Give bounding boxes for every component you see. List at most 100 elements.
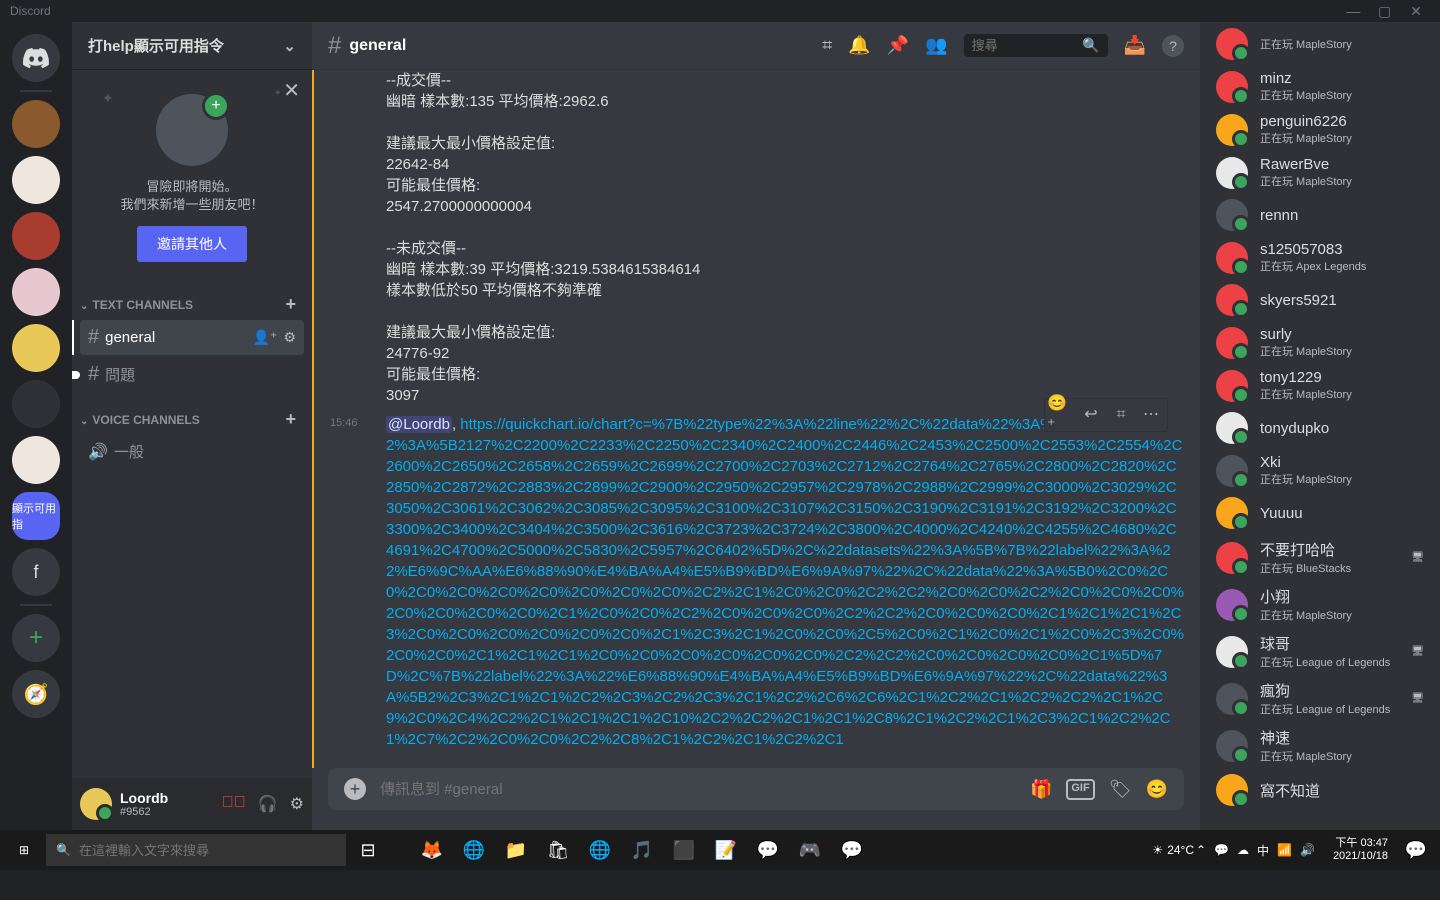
member-avatar [1216, 455, 1248, 487]
add-reaction-icon[interactable]: 😊⁺ [1047, 401, 1075, 429]
weather-widget[interactable]: ☀ 24°C [1152, 843, 1194, 857]
member-item[interactable]: s125057083正在玩 Apex Legends [1208, 237, 1432, 278]
server-header[interactable]: 打help顯示可用指令 ⌄ [72, 22, 312, 70]
channel-general[interactable]: # general 👤⁺ ⚙ [80, 320, 304, 355]
guild-item[interactable]: f [12, 548, 60, 596]
window-close[interactable]: ✕ [1402, 3, 1430, 20]
gift-icon[interactable]: 🎁 [1030, 779, 1052, 800]
taskbar-app-icon[interactable]: 🌐 [454, 830, 494, 870]
member-status: 正在玩 MapleStory [1260, 607, 1352, 623]
attach-button[interactable]: + [344, 778, 366, 800]
taskbar-clock[interactable]: 下午 03:47 2021/10/18 [1327, 837, 1394, 863]
guild-item[interactable] [12, 380, 60, 428]
guild-item[interactable] [12, 212, 60, 260]
guild-item-active[interactable]: 顯示可用指 [12, 492, 60, 540]
task-view-icon[interactable]: ⊟ [348, 830, 388, 870]
threads-icon[interactable]: ⌗ [822, 35, 832, 56]
notifications-icon[interactable]: 🔔 [848, 35, 870, 56]
voice-channels-header[interactable]: ⌄VOICE CHANNELS + [72, 393, 312, 434]
member-item[interactable]: Yuuuu [1208, 493, 1432, 533]
invite-icon[interactable]: 👤⁺ [253, 329, 278, 346]
close-icon[interactable]: ✕ [283, 78, 300, 103]
taskbar-app-icon[interactable]: 💬 [748, 830, 788, 870]
taskbar-search-input[interactable] [79, 843, 336, 858]
headphones-icon[interactable]: 🎧 [258, 794, 278, 814]
thread-icon[interactable]: ⌗ [1107, 401, 1135, 429]
window-maximize[interactable]: ▢ [1371, 3, 1399, 20]
chat-input[interactable]: + 🎁 GIF 🏷 😊 [328, 768, 1184, 810]
member-item[interactable]: 球哥正在玩 League of Legends🖥 [1208, 629, 1432, 674]
member-item[interactable]: RawerBve正在玩 MapleStory [1208, 152, 1432, 193]
guild-item[interactable] [12, 324, 60, 372]
temperature: 24°C [1167, 843, 1194, 857]
invite-button[interactable]: 邀請其他人 [137, 226, 247, 262]
start-button[interactable]: ⊞ [4, 830, 44, 870]
text-channels-header[interactable]: ⌄TEXT CHANNELS + [72, 278, 312, 319]
volume-icon[interactable]: 🔊 [1300, 843, 1315, 857]
member-item[interactable]: 窩不知道 [1208, 770, 1432, 810]
user-avatar[interactable] [80, 788, 112, 820]
explore-button[interactable]: 🧭 [12, 670, 60, 718]
gif-icon[interactable]: GIF [1066, 779, 1094, 800]
tray-icon[interactable]: 💬 [1214, 843, 1229, 857]
member-name: surly [1260, 326, 1352, 343]
member-item[interactable]: minz正在玩 MapleStory [1208, 66, 1432, 107]
add-server-button[interactable]: + [12, 614, 60, 662]
guild-item[interactable] [12, 156, 60, 204]
member-item[interactable]: 不要打哈哈正在玩 BlueStacks🖥 [1208, 535, 1432, 580]
help-icon[interactable]: ? [1162, 35, 1184, 57]
channel-problem[interactable]: # 問題 [80, 357, 304, 392]
member-item[interactable]: 神速正在玩 MapleStory [1208, 723, 1432, 768]
home-button[interactable] [12, 34, 60, 82]
add-channel-button[interactable]: + [285, 294, 296, 315]
member-item[interactable]: tony1229正在玩 MapleStory [1208, 365, 1432, 406]
notifications-icon[interactable]: 💬 [1396, 830, 1436, 870]
message-link[interactable]: https://quickchart.io/chart?c=%7B%22type… [386, 416, 1184, 748]
mute-mic-icon[interactable]: 🎤⃠ [222, 794, 246, 814]
taskbar-app-icon[interactable]: 🛍 [538, 830, 578, 870]
taskbar-search[interactable]: 🔍 [46, 834, 346, 866]
taskbar-app-icon[interactable]: 🦊 [412, 830, 452, 870]
guild-item[interactable] [12, 436, 60, 484]
message-input[interactable] [380, 781, 1016, 798]
member-item[interactable]: penguin6226正在玩 MapleStory [1208, 109, 1432, 150]
member-item[interactable]: Xki正在玩 MapleStory [1208, 450, 1432, 491]
taskbar-app-icon[interactable]: 🎵 [622, 830, 662, 870]
tray-chevron-icon[interactable]: ⌃ [1196, 843, 1206, 857]
voice-channel-general[interactable]: 🔊 一般 [80, 435, 304, 468]
member-item[interactable]: 正在玩 MapleStory [1208, 24, 1432, 64]
pinned-icon[interactable]: 📌 [887, 35, 909, 56]
guild-item[interactable] [12, 100, 60, 148]
taskbar-app-icon[interactable]: ⬛ [664, 830, 704, 870]
member-item[interactable]: tonydupko [1208, 408, 1432, 448]
member-item[interactable]: rennn [1208, 195, 1432, 235]
member-item[interactable]: 瘋狗正在玩 League of Legends🖥 [1208, 676, 1432, 721]
members-icon[interactable]: 👥 [925, 35, 947, 56]
inbox-icon[interactable]: 📥 [1124, 35, 1146, 56]
user-mention[interactable]: @Loordb [386, 416, 452, 433]
emoji-icon[interactable]: 😊 [1146, 779, 1168, 800]
member-item[interactable]: surly正在玩 MapleStory [1208, 322, 1432, 363]
tray-icon[interactable]: ☁ [1237, 843, 1249, 857]
taskbar-app-icon[interactable]: 🌐 [580, 830, 620, 870]
search-box[interactable]: 🔍 [964, 34, 1108, 57]
taskbar-app-icon[interactable]: 🎮 [790, 830, 830, 870]
guild-item[interactable] [12, 268, 60, 316]
gear-icon[interactable]: ⚙ [290, 794, 304, 814]
more-icon[interactable]: ⋯ [1137, 401, 1165, 429]
member-item[interactable]: 小翔正在玩 MapleStory [1208, 582, 1432, 627]
add-channel-button[interactable]: + [285, 409, 296, 430]
taskbar-app-icon[interactable]: 📁 [496, 830, 536, 870]
sticker-icon[interactable]: 🏷 [1109, 779, 1132, 800]
search-input[interactable] [972, 38, 1083, 53]
taskbar-app-icon[interactable]: 📝 [706, 830, 746, 870]
window-titlebar: Discord — ▢ ✕ [0, 0, 1440, 22]
taskbar-app-icon[interactable]: 💬 [832, 830, 872, 870]
member-item[interactable]: skyers5921 [1208, 280, 1432, 320]
wifi-icon[interactable]: 📶 [1277, 843, 1292, 857]
member-avatar [1216, 71, 1248, 103]
gear-icon[interactable]: ⚙ [283, 329, 296, 346]
window-minimize[interactable]: — [1339, 3, 1367, 19]
reply-icon[interactable]: ↩ [1077, 401, 1105, 429]
tray-ime[interactable]: 中 [1257, 842, 1269, 859]
